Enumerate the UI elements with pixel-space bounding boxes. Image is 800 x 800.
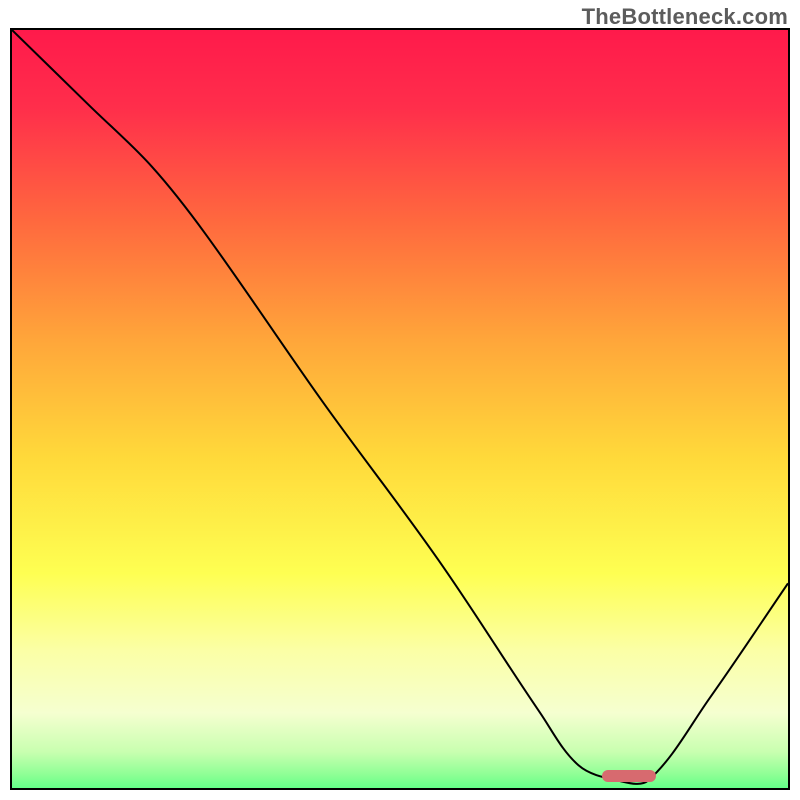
curve-path: [12, 30, 788, 784]
minimum-marker: [602, 770, 656, 782]
watermark-text: TheBottleneck.com: [582, 4, 788, 30]
chart-plot-area: [10, 28, 790, 790]
bottleneck-curve: [12, 30, 788, 788]
